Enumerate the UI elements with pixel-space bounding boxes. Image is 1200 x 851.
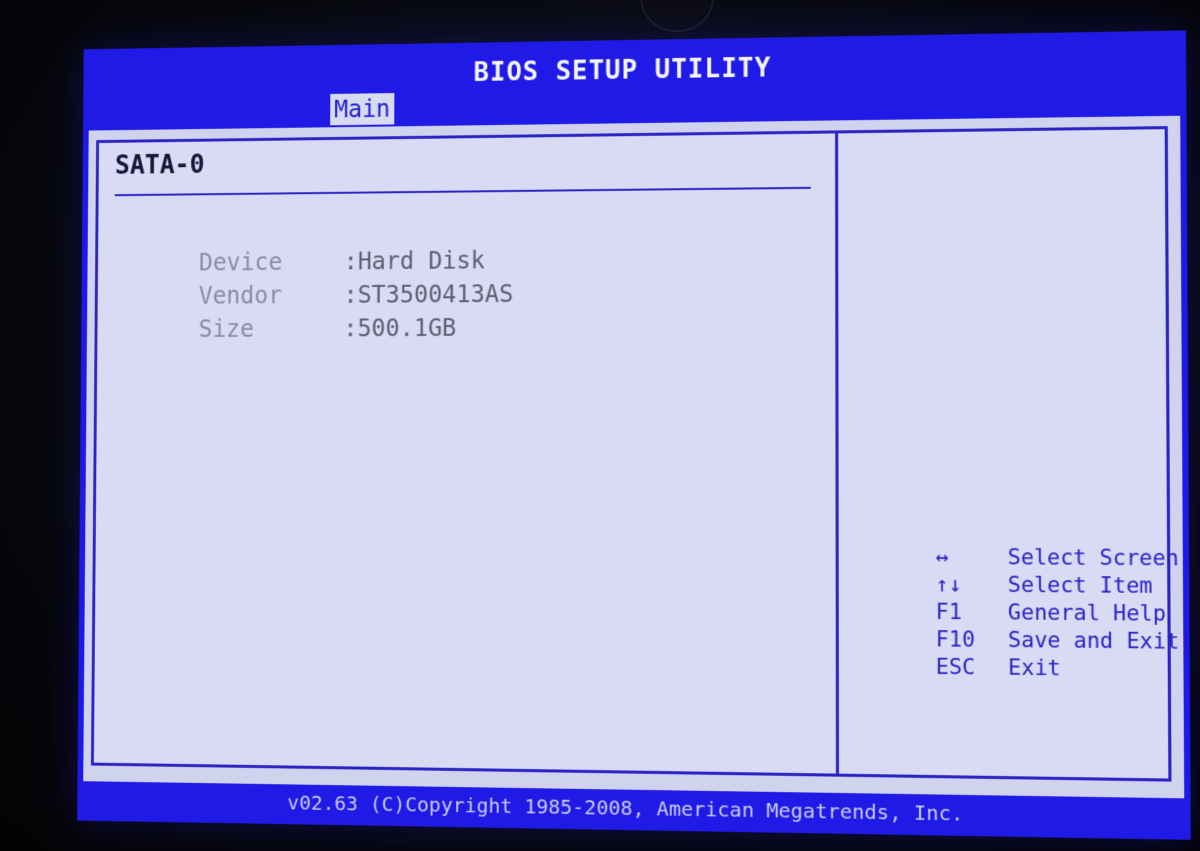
info-row-size: Size :500.1GB bbox=[116, 283, 457, 343]
help-key: ESC bbox=[935, 654, 976, 680]
bios-screen: BIOS SETUP UTILITY Main SATA-0 Device:Ha… bbox=[77, 30, 1191, 840]
tab-main[interactable]: Main bbox=[330, 93, 395, 126]
help-item-select-item: ↑↓ Select Item bbox=[858, 544, 1153, 598]
help-item-general-help: F1 General Help bbox=[858, 572, 1166, 626]
help-desc: Exit bbox=[1008, 655, 1061, 681]
help-item-select-screen: ↔ Select Screen bbox=[858, 517, 1179, 571]
info-value: :500.1GB bbox=[343, 314, 457, 343]
section-title: SATA-0 bbox=[114, 150, 205, 181]
info-label: Size bbox=[198, 315, 255, 343]
content-area: SATA-0 Device:Hard Disk Vendor:ST3500413… bbox=[83, 115, 1185, 799]
help-item-save-exit: F10 Save and Exit bbox=[858, 599, 1180, 654]
help-item-exit: ESC Exit bbox=[858, 626, 1061, 681]
info-row-vendor: Vendor:ST3500413AS bbox=[116, 249, 514, 309]
info-row-device: Device:Hard Disk bbox=[116, 216, 485, 277]
